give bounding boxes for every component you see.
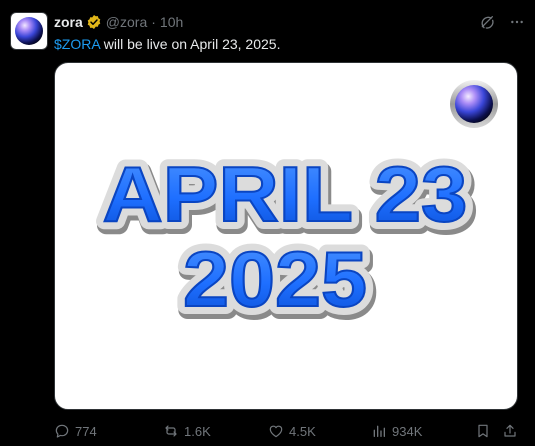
reply-count: 774 [75,423,97,439]
tweet-text: $ZORA will be live on April 23, 2025. [54,35,280,53]
cashtag-link[interactable]: $ZORA [54,36,100,52]
grok-icon[interactable] [479,14,495,30]
repost-icon [165,425,177,437]
bookmark-icon [478,424,488,438]
views-count: 934K [392,423,423,439]
like-count: 4.5K [289,423,316,439]
heart-icon [269,425,283,438]
repost-count: 1.6K [184,423,211,439]
views-button[interactable]: 934K [371,421,422,441]
reply-icon [55,424,69,438]
media-image[interactable]: APRIL 23 APRIL 23 APRIL 23 2025 2025 202… [54,62,518,410]
zora-orb-logo [450,80,498,128]
gold-verified-badge-icon[interactable] [86,14,102,30]
views-icon [373,425,385,437]
post: zora @zora · 10h $ZORA will be live on A… [0,0,535,446]
bookmark-button[interactable] [475,421,491,441]
repost-button[interactable]: 1.6K [163,421,211,441]
graphic-line-2: 2025 [183,235,367,323]
tweet-body: will be live on April 23, 2025. [99,36,281,52]
author-name[interactable]: zora [54,14,83,30]
april-23-2025-graphic: APRIL 23 APRIL 23 APRIL 23 2025 2025 202… [95,80,498,336]
share-icon [504,424,516,437]
like-button[interactable]: 4.5K [268,421,316,441]
post-timestamp[interactable]: 10h [160,14,183,30]
post-header: zora @zora · 10h [54,12,525,32]
avatar[interactable] [10,12,48,50]
header-actions [479,14,525,30]
share-button[interactable] [502,421,518,441]
action-bar: 774 1.6K 4.5K 934K [54,421,524,441]
more-icon[interactable] [509,14,525,30]
graphic-line-1: APRIL 23 [103,150,468,238]
reply-button[interactable]: 774 [54,421,97,441]
zora-orb-avatar-icon [15,17,43,45]
author-handle[interactable]: @zora [106,14,147,30]
header-separator: · [151,14,156,30]
